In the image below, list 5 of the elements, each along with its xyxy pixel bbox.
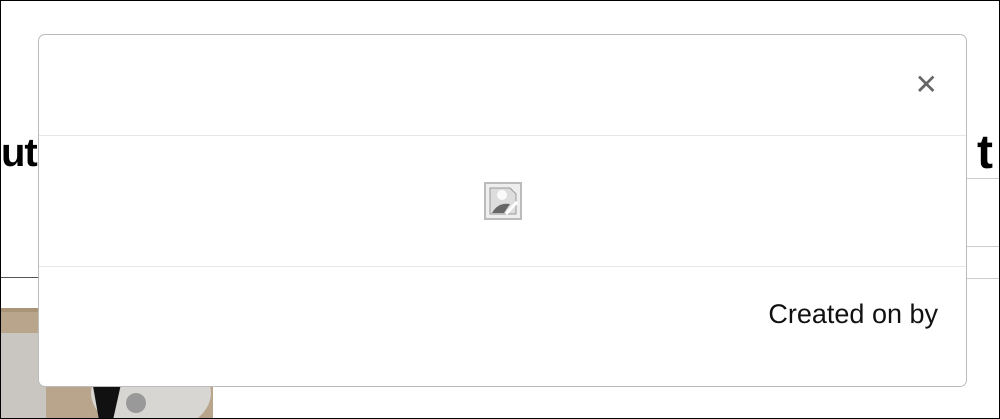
- created-info-text: Created on by: [768, 298, 938, 331]
- page-heading: ut: [1, 130, 37, 177]
- broken-image-icon: [484, 182, 522, 220]
- page-heading: t: [977, 125, 993, 181]
- close-button[interactable]: ✕: [912, 70, 940, 100]
